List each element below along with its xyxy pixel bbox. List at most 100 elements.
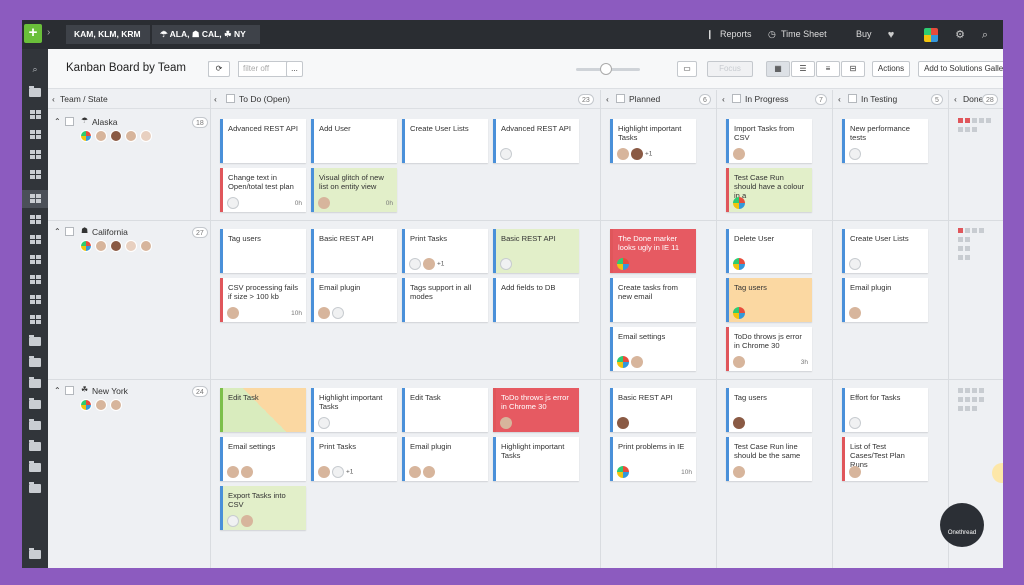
task-card[interactable]: Email plugin bbox=[311, 278, 397, 322]
avatar[interactable] bbox=[500, 417, 512, 429]
done-mini-cards[interactable] bbox=[958, 118, 998, 136]
user-avatar[interactable] bbox=[924, 28, 938, 42]
avatar[interactable] bbox=[227, 515, 239, 527]
task-card[interactable]: Create tasks from new email bbox=[610, 278, 696, 322]
task-card[interactable]: Highlight important Tasks +1 bbox=[610, 119, 696, 163]
task-card[interactable]: Basic REST API bbox=[493, 229, 579, 273]
avatar[interactable] bbox=[318, 417, 330, 429]
task-card[interactable]: Highlight important Tasks bbox=[493, 437, 579, 481]
column-checkbox[interactable] bbox=[732, 94, 741, 103]
avatar[interactable] bbox=[318, 307, 330, 319]
table-view-icon[interactable]: ≡ bbox=[816, 61, 840, 77]
folder-icon[interactable] bbox=[28, 440, 42, 453]
task-card[interactable]: Test Case Run line should be the same bbox=[726, 437, 812, 481]
column-checkbox[interactable] bbox=[848, 94, 857, 103]
avatar[interactable] bbox=[241, 515, 253, 527]
board-icon[interactable] bbox=[28, 314, 42, 326]
avatar[interactable] bbox=[733, 197, 745, 209]
search-icon[interactable]: ⌕ bbox=[978, 28, 992, 42]
avatar[interactable] bbox=[95, 240, 107, 252]
heart-icon[interactable]: ♥ bbox=[884, 28, 898, 42]
avatar[interactable] bbox=[500, 148, 512, 160]
task-card[interactable]: Edit Task bbox=[220, 388, 306, 432]
avatar[interactable] bbox=[110, 399, 122, 411]
collapse-icon[interactable]: ‹ bbox=[606, 90, 609, 109]
done-mini-cards[interactable] bbox=[958, 228, 998, 264]
avatar[interactable] bbox=[110, 130, 122, 142]
avatar[interactable] bbox=[318, 197, 330, 209]
avatar[interactable] bbox=[849, 258, 861, 270]
column-checkbox[interactable] bbox=[616, 94, 625, 103]
task-card[interactable]: Advanced REST API bbox=[220, 119, 306, 163]
task-card[interactable]: Highlight important Tasks bbox=[311, 388, 397, 432]
board-icon[interactable] bbox=[28, 254, 42, 266]
task-card[interactable]: ToDo throws js error in Chrome 30 bbox=[493, 388, 579, 432]
avatar[interactable] bbox=[733, 307, 745, 319]
task-card[interactable]: Create User Lists bbox=[842, 229, 928, 273]
avatar[interactable] bbox=[500, 258, 512, 270]
task-card[interactable]: CSV processing fails if size > 100 kb 10h bbox=[220, 278, 306, 322]
column-checkbox[interactable] bbox=[226, 94, 235, 103]
avatar[interactable] bbox=[140, 240, 152, 252]
avatar[interactable] bbox=[95, 399, 107, 411]
task-card[interactable]: Edit Task bbox=[402, 388, 488, 432]
more-assignees[interactable]: +1 bbox=[645, 151, 652, 158]
task-card[interactable]: ToDo throws js error in Chrome 30 3h bbox=[726, 327, 812, 371]
avatar[interactable] bbox=[733, 148, 745, 160]
task-card[interactable]: List of Test Cases/Test Plan Runs bbox=[842, 437, 928, 481]
task-card[interactable]: Tag users bbox=[220, 229, 306, 273]
board-icon[interactable] bbox=[28, 294, 42, 306]
search-icon[interactable]: ⌕ bbox=[28, 63, 42, 75]
board-icon[interactable] bbox=[28, 274, 42, 286]
task-card[interactable]: Email plugin bbox=[842, 278, 928, 322]
avatar[interactable] bbox=[617, 356, 629, 368]
avatar[interactable] bbox=[80, 240, 92, 252]
task-card[interactable]: Email settings bbox=[610, 327, 696, 371]
avatar[interactable] bbox=[332, 466, 344, 478]
reports-icon[interactable]: ❙ bbox=[706, 20, 714, 49]
task-card[interactable]: Tag users bbox=[726, 388, 812, 432]
collapse-icon[interactable]: ⌃ bbox=[54, 117, 61, 126]
folder-icon[interactable] bbox=[28, 356, 42, 369]
task-card[interactable]: Email settings bbox=[220, 437, 306, 481]
collapse-icon[interactable]: ‹ bbox=[722, 90, 725, 109]
team-checkbox[interactable] bbox=[65, 386, 74, 395]
avatar[interactable] bbox=[733, 417, 745, 429]
more-button[interactable]: ... bbox=[286, 61, 303, 77]
folder-icon[interactable] bbox=[28, 86, 42, 99]
avatar[interactable] bbox=[849, 307, 861, 319]
task-card[interactable]: Tags support in all modes bbox=[402, 278, 488, 322]
avatar[interactable] bbox=[617, 258, 629, 270]
task-card[interactable]: Print Tasks +1 bbox=[311, 437, 397, 481]
task-card[interactable]: Add User bbox=[311, 119, 397, 163]
board-view-icon[interactable]: ▦ bbox=[766, 61, 790, 77]
board-icon[interactable] bbox=[28, 149, 42, 161]
task-card[interactable]: Basic REST API bbox=[610, 388, 696, 432]
task-card[interactable]: Basic REST API bbox=[311, 229, 397, 273]
avatar[interactable] bbox=[140, 130, 152, 142]
task-card[interactable]: Print problems in IE 10h bbox=[610, 437, 696, 481]
avatar[interactable] bbox=[631, 148, 643, 160]
task-card[interactable]: Email plugin bbox=[402, 437, 488, 481]
collapse-icon[interactable]: ‹ bbox=[838, 90, 841, 109]
timesheet-link[interactable]: Time Sheet bbox=[781, 20, 827, 49]
folder-icon[interactable] bbox=[28, 548, 42, 561]
breadcrumb-teams[interactable]: ☂ ALA, ☗ CAL, ☘ NY bbox=[152, 25, 260, 44]
avatar[interactable] bbox=[227, 466, 239, 478]
avatar[interactable] bbox=[332, 307, 344, 319]
avatar[interactable] bbox=[80, 130, 92, 142]
board-icon-active[interactable] bbox=[22, 190, 48, 208]
task-card[interactable]: Export Tasks into CSV bbox=[220, 486, 306, 530]
board-icon[interactable] bbox=[28, 234, 42, 246]
collapse-icon[interactable]: ⌃ bbox=[54, 227, 61, 236]
avatar[interactable] bbox=[849, 417, 861, 429]
avatar[interactable] bbox=[631, 356, 643, 368]
task-card[interactable]: Change text in Open/total test plan 0h bbox=[220, 168, 306, 212]
board-icon[interactable] bbox=[28, 214, 42, 226]
folder-icon[interactable] bbox=[28, 482, 42, 495]
avatar[interactable] bbox=[733, 356, 745, 368]
panel-toggle-icon[interactable]: ▭ bbox=[677, 61, 697, 77]
zoom-slider-thumb[interactable] bbox=[600, 63, 612, 75]
avatar[interactable] bbox=[241, 466, 253, 478]
task-card[interactable]: Create User Lists bbox=[402, 119, 488, 163]
